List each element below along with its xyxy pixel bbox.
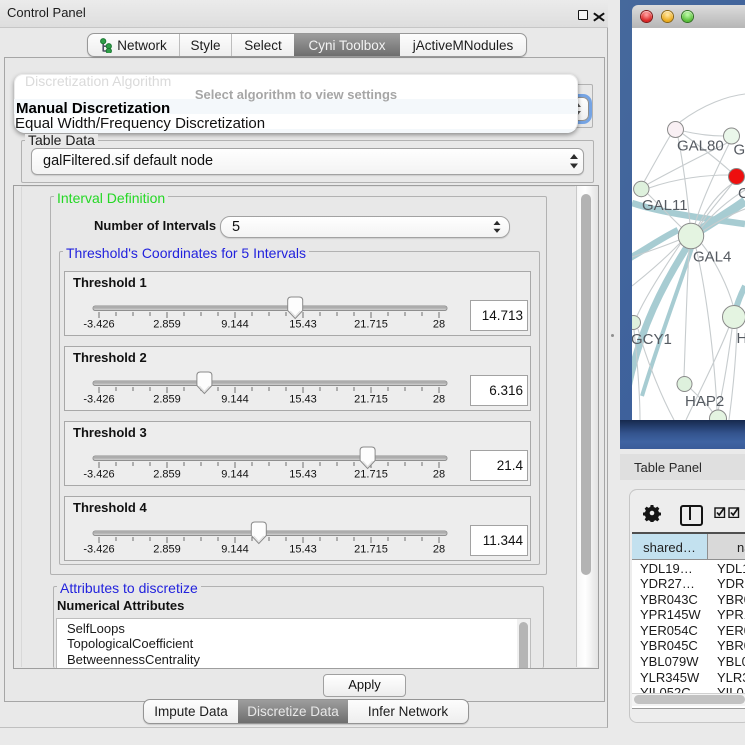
svg-text:-3.426: -3.426 [83, 394, 114, 406]
svg-text:15.43: 15.43 [289, 319, 317, 331]
svg-text:21.715: 21.715 [354, 469, 388, 481]
svg-text:-3.426: -3.426 [83, 319, 114, 331]
svg-text:9.144: 9.144 [221, 319, 249, 331]
svg-text:2.859: 2.859 [153, 319, 181, 331]
svg-text:-3.426: -3.426 [83, 469, 114, 481]
svg-text:15.43: 15.43 [289, 394, 317, 406]
svg-text:21.715: 21.715 [354, 544, 388, 556]
svg-text:GCY1: GCY1 [632, 331, 672, 348]
svg-text:-3.426: -3.426 [83, 544, 114, 556]
svg-text:HA: HA [737, 330, 745, 347]
svg-text:21.715: 21.715 [354, 319, 388, 331]
svg-text:9.144: 9.144 [221, 544, 249, 556]
svg-text:2.859: 2.859 [153, 469, 181, 481]
svg-text:GAL4: GAL4 [693, 249, 731, 266]
svg-text:GAL80: GAL80 [677, 138, 724, 155]
svg-text:GA: GA [734, 142, 745, 159]
svg-text:15.43: 15.43 [289, 544, 317, 556]
svg-text:HAP2: HAP2 [685, 393, 724, 410]
svg-text:2.859: 2.859 [153, 394, 181, 406]
svg-text:15.43: 15.43 [289, 469, 317, 481]
svg-text:C: C [738, 185, 745, 202]
svg-text:28: 28 [433, 319, 445, 331]
svg-text:28: 28 [433, 469, 445, 481]
svg-text:GAL11: GAL11 [642, 197, 688, 214]
svg-text:21.715: 21.715 [354, 394, 388, 406]
svg-text:2.859: 2.859 [153, 544, 181, 556]
svg-text:28: 28 [433, 394, 445, 406]
svg-text:9.144: 9.144 [221, 394, 249, 406]
svg-text:28: 28 [433, 544, 445, 556]
svg-text:9.144: 9.144 [221, 469, 249, 481]
